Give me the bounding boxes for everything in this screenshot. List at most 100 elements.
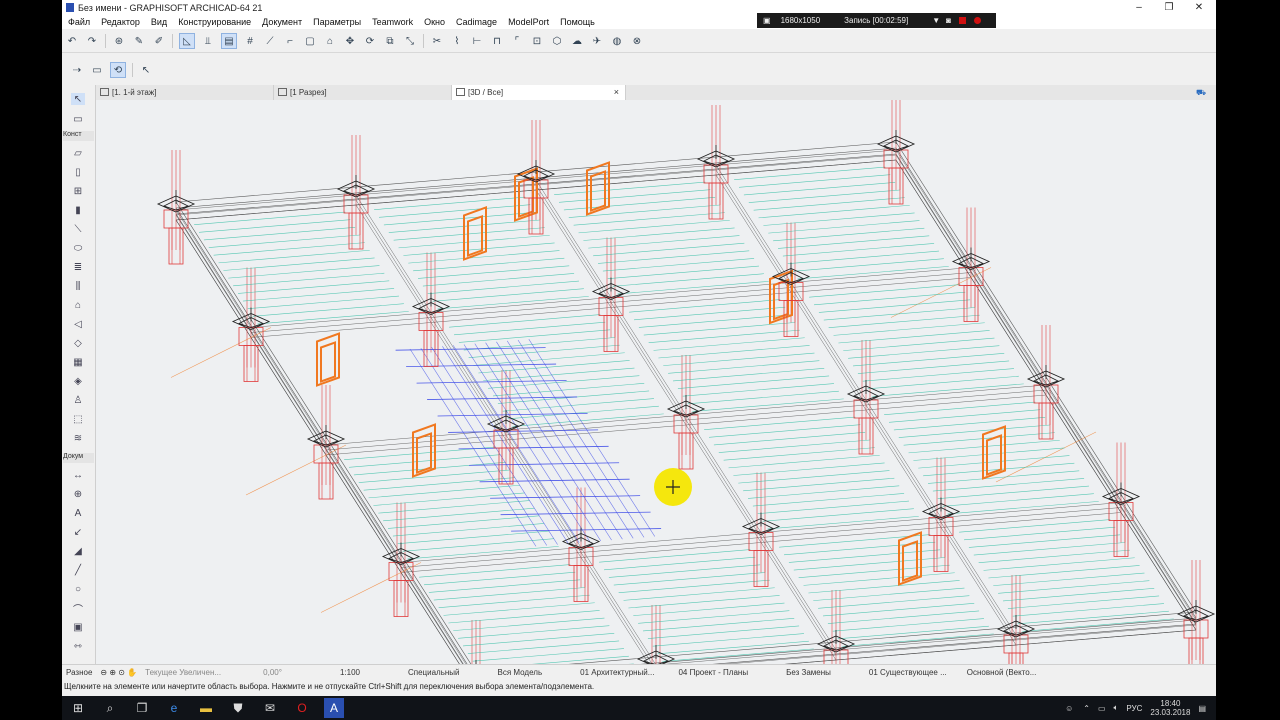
archicad-taskbar-icon[interactable]: A bbox=[324, 698, 344, 718]
marquee-icon[interactable]: ▢ bbox=[303, 34, 317, 48]
file-explorer-icon[interactable]: ▬ bbox=[196, 698, 216, 718]
suspend-groups-icon[interactable]: ▤ bbox=[221, 33, 237, 49]
search-icon[interactable]: ⌕ bbox=[100, 698, 120, 718]
offset-icon[interactable]: ⊡ bbox=[530, 34, 544, 48]
group-construct[interactable]: Конст bbox=[63, 131, 94, 141]
notifications-icon[interactable]: ▤ bbox=[1198, 704, 1206, 713]
tab-section[interactable]: [1 Разрез] bbox=[274, 85, 452, 100]
store-icon[interactable]: ⛊ bbox=[228, 698, 248, 718]
text-tool-icon[interactable]: A bbox=[71, 507, 85, 519]
language-indicator[interactable]: РУС bbox=[1126, 704, 1142, 713]
object-tool-icon[interactable]: ♙ bbox=[71, 394, 85, 406]
close-button[interactable]: ✕ bbox=[1184, 0, 1214, 15]
label-tool-icon[interactable]: ↙ bbox=[71, 526, 85, 538]
curtain-wall-icon[interactable]: ▦ bbox=[71, 356, 85, 368]
shading-icon[interactable]: ◍ bbox=[610, 34, 624, 48]
beam-tool-icon[interactable]: ⟍ bbox=[71, 223, 85, 235]
plan-view-field[interactable]: 04 Проект - Планы bbox=[674, 668, 752, 677]
fill-tool-icon[interactable]: ◢ bbox=[71, 545, 85, 557]
recorder-dropdown-icon[interactable]: ▼ bbox=[932, 16, 940, 25]
structure-field[interactable]: Основной (Векто... bbox=[963, 668, 1041, 677]
renovation-field[interactable]: 01 Существующее ... bbox=[865, 668, 951, 677]
network-icon[interactable]: ▭ bbox=[1098, 704, 1106, 713]
eyedropper-icon[interactable]: ✎ bbox=[132, 34, 146, 48]
stretch-icon[interactable]: ⤡ bbox=[403, 34, 417, 48]
zoom-field[interactable]: Текущее Увеличен... bbox=[141, 668, 229, 677]
tray-arrow-icon[interactable]: ⌃ bbox=[1083, 704, 1090, 713]
roof-tool-icon[interactable]: ⌂ bbox=[71, 299, 85, 311]
rotate-icon[interactable]: ⟳ bbox=[363, 34, 377, 48]
tab-floor-plan[interactable]: [1. 1-й этаж] bbox=[96, 85, 274, 100]
3d-view-icon[interactable]: ⬡ bbox=[550, 34, 564, 48]
skylight-tool-icon[interactable]: ◇ bbox=[71, 337, 85, 349]
zone-tool-icon[interactable]: ⬚ bbox=[71, 413, 85, 425]
minimize-button[interactable]: – bbox=[1124, 0, 1154, 15]
zoom-icons[interactable]: ⊖ ⊕ ⊙ ✋ bbox=[96, 668, 141, 677]
menu-design[interactable]: Конструирование bbox=[172, 17, 256, 27]
menu-options[interactable]: Параметры bbox=[307, 17, 366, 27]
drawing-tool-icon[interactable]: ▣ bbox=[71, 621, 85, 633]
column-tool-icon[interactable]: ▮ bbox=[71, 204, 85, 216]
3d-viewport[interactable] bbox=[96, 100, 1216, 664]
circle-tool-icon[interactable]: ○ bbox=[71, 583, 85, 595]
grid-icon[interactable]: # bbox=[243, 34, 257, 48]
select-icon[interactable]: ⌐ bbox=[283, 34, 297, 48]
recorder-stop-icon[interactable] bbox=[958, 17, 966, 24]
adjust-icon[interactable]: ⊢ bbox=[470, 34, 484, 48]
dimension-tool-icon[interactable]: ↔ bbox=[71, 469, 85, 481]
level-dimension-icon[interactable]: ⊕ bbox=[71, 488, 85, 500]
model-view-field[interactable]: Вся Модель bbox=[494, 668, 547, 677]
mesh-tool-icon[interactable]: ≋ bbox=[71, 432, 85, 444]
arrow-select-icon[interactable]: ↖ bbox=[71, 93, 85, 105]
guide-lines-icon[interactable]: ◺ bbox=[179, 33, 195, 49]
arrow-tool-icon[interactable]: ⇢ bbox=[70, 63, 84, 77]
stair-tool-icon[interactable]: ≣ bbox=[71, 261, 85, 273]
navigator-icon[interactable]: ✈ bbox=[590, 34, 604, 48]
clock[interactable]: 18:40 23.03.2018 bbox=[1150, 699, 1190, 717]
polyline-tool-icon[interactable]: ⌒ bbox=[71, 602, 85, 616]
3d-model-wireframe[interactable] bbox=[96, 100, 1216, 664]
split-icon[interactable]: ✂ bbox=[430, 34, 444, 48]
window-mode-icon[interactable]: ▭ bbox=[90, 63, 104, 77]
status-misc[interactable]: Разное bbox=[62, 668, 96, 677]
trim-icon[interactable]: ⌇ bbox=[450, 34, 464, 48]
inject-icon[interactable]: ✐ bbox=[152, 34, 166, 48]
orbit-icon[interactable]: ⟲ bbox=[110, 62, 126, 78]
move-icon[interactable]: ✥ bbox=[343, 34, 357, 48]
tab-close-icon[interactable]: × bbox=[614, 85, 619, 100]
opera-icon[interactable]: O bbox=[292, 698, 312, 718]
menu-file[interactable]: Файл bbox=[62, 17, 95, 27]
pick-up-icon[interactable]: ⊛ bbox=[112, 34, 126, 48]
tab-3d[interactable]: [3D / Все] × bbox=[452, 85, 626, 100]
tab-menu-icon[interactable]: ⛟ bbox=[1190, 85, 1216, 100]
mail-icon[interactable]: ✉ bbox=[260, 698, 280, 718]
morph-tool-icon[interactable]: ◈ bbox=[71, 375, 85, 387]
door-tool-icon[interactable]: ▯ bbox=[71, 166, 85, 178]
undo-icon[interactable]: ↶ bbox=[65, 34, 79, 48]
recorder-camera-icon[interactable]: ◙ bbox=[946, 16, 951, 25]
mirror-icon[interactable]: ⧉ bbox=[383, 34, 397, 48]
filter-icon[interactable]: ⊗ bbox=[630, 34, 644, 48]
menu-window[interactable]: Окно bbox=[418, 17, 450, 27]
angle-field[interactable]: 0,00° bbox=[259, 668, 286, 677]
maximize-button[interactable]: ❐ bbox=[1154, 0, 1184, 15]
redo-icon[interactable]: ↷ bbox=[85, 34, 99, 48]
wall-tool-icon[interactable]: ▱ bbox=[71, 147, 85, 159]
people-icon[interactable]: ☺ bbox=[1065, 704, 1073, 713]
override-field[interactable]: Без Замены bbox=[782, 668, 835, 677]
pen-set-field[interactable]: 01 Архитектурный... bbox=[576, 668, 658, 677]
more-tools-icon[interactable]: ⇿ bbox=[71, 640, 85, 652]
scale-field[interactable]: 1:100 bbox=[336, 668, 364, 677]
task-view-icon[interactable]: ❐ bbox=[132, 698, 152, 718]
menu-modelport[interactable]: ModelPort bbox=[502, 17, 554, 27]
intersect-icon[interactable]: ⊓ bbox=[490, 34, 504, 48]
railing-tool-icon[interactable]: ⫼ bbox=[71, 280, 85, 292]
render-icon[interactable]: ☁ bbox=[570, 34, 584, 48]
edge-icon[interactable]: e bbox=[164, 698, 184, 718]
menu-document[interactable]: Документ bbox=[256, 17, 307, 27]
line-tool-icon[interactable]: ╱ bbox=[71, 564, 85, 576]
snap-icon[interactable]: ⫫ bbox=[201, 34, 215, 48]
layer-combo-field[interactable]: Специальный bbox=[404, 668, 464, 677]
group-document[interactable]: Докум bbox=[63, 453, 94, 463]
slab-tool-icon[interactable]: ⬭ bbox=[71, 242, 85, 254]
